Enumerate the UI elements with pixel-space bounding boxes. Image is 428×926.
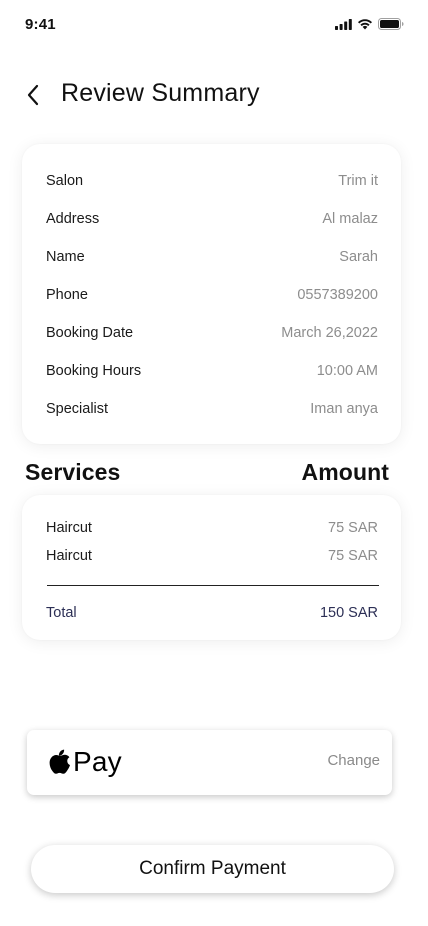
summary-row-specialist: Specialist Iman anya — [46, 398, 378, 420]
total-divider — [47, 585, 379, 586]
summary-value: Iman anya — [310, 401, 378, 417]
summary-value: March 26,2022 — [281, 325, 378, 341]
summary-row-phone: Phone 0557389200 — [46, 284, 378, 306]
total-label: Total — [46, 605, 77, 621]
change-payment-link[interactable]: Change — [327, 752, 380, 769]
summary-row-booking-date: Booking Date March 26,2022 — [46, 322, 378, 344]
service-row: Haircut 75 SAR — [46, 545, 378, 567]
payment-method-card[interactable]: Pay Change — [27, 730, 392, 795]
summary-row-booking-hours: Booking Hours 10:00 AM — [46, 360, 378, 382]
service-row: Haircut 75 SAR — [46, 517, 378, 539]
summary-value: Sarah — [339, 249, 378, 265]
apple-pay-label: Pay — [73, 746, 122, 777]
amount-heading: Amount — [301, 458, 389, 485]
summary-label: Phone — [46, 287, 88, 303]
services-heading: Services — [25, 458, 121, 485]
service-name: Haircut — [46, 520, 92, 536]
summary-value: 10:00 AM — [316, 363, 378, 379]
service-amount: 75 SAR — [328, 520, 378, 536]
status-icons — [335, 18, 404, 30]
summary-value: 0557389200 — [297, 287, 378, 303]
summary-label: Salon — [46, 173, 84, 189]
summary-label: Name — [46, 249, 85, 265]
chevron-left-icon — [27, 84, 39, 106]
battery-icon — [378, 18, 404, 30]
header: Review Summary — [0, 74, 428, 116]
service-name: Haircut — [46, 548, 92, 564]
review-summary-screen: 9:41 Review Summary Salon Trim it Addres… — [0, 0, 428, 926]
services-card: Haircut 75 SAR Haircut 75 SAR Total 150 … — [22, 495, 401, 640]
summary-row-name: Name Sarah — [46, 246, 378, 268]
summary-label: Booking Hours — [46, 363, 142, 379]
wifi-icon — [358, 19, 372, 30]
summary-value: Trim it — [338, 173, 378, 189]
total-row: Total 150 SAR — [46, 602, 378, 624]
summary-label: Booking Date — [46, 325, 134, 341]
status-bar: 9:41 — [0, 0, 428, 46]
summary-row-salon: Salon Trim it — [46, 170, 378, 192]
signal-icon — [335, 18, 352, 30]
confirm-payment-button[interactable]: Confirm Payment — [31, 845, 394, 893]
services-section-header: Services Amount — [25, 456, 389, 488]
apple-pay-brand: Pay — [49, 744, 122, 780]
summary-label: Address — [46, 211, 100, 227]
summary-label: Specialist — [46, 401, 109, 417]
page-title: Review Summary — [61, 79, 260, 107]
summary-value: Al malaz — [322, 211, 378, 227]
back-button[interactable] — [20, 80, 46, 110]
apple-logo-icon — [49, 749, 70, 774]
status-time: 9:41 — [25, 15, 56, 33]
total-amount: 150 SAR — [319, 605, 378, 621]
booking-summary-card: Salon Trim it Address Al malaz Name Sara… — [22, 144, 401, 444]
service-amount: 75 SAR — [328, 548, 378, 564]
summary-row-address: Address Al malaz — [46, 208, 378, 230]
